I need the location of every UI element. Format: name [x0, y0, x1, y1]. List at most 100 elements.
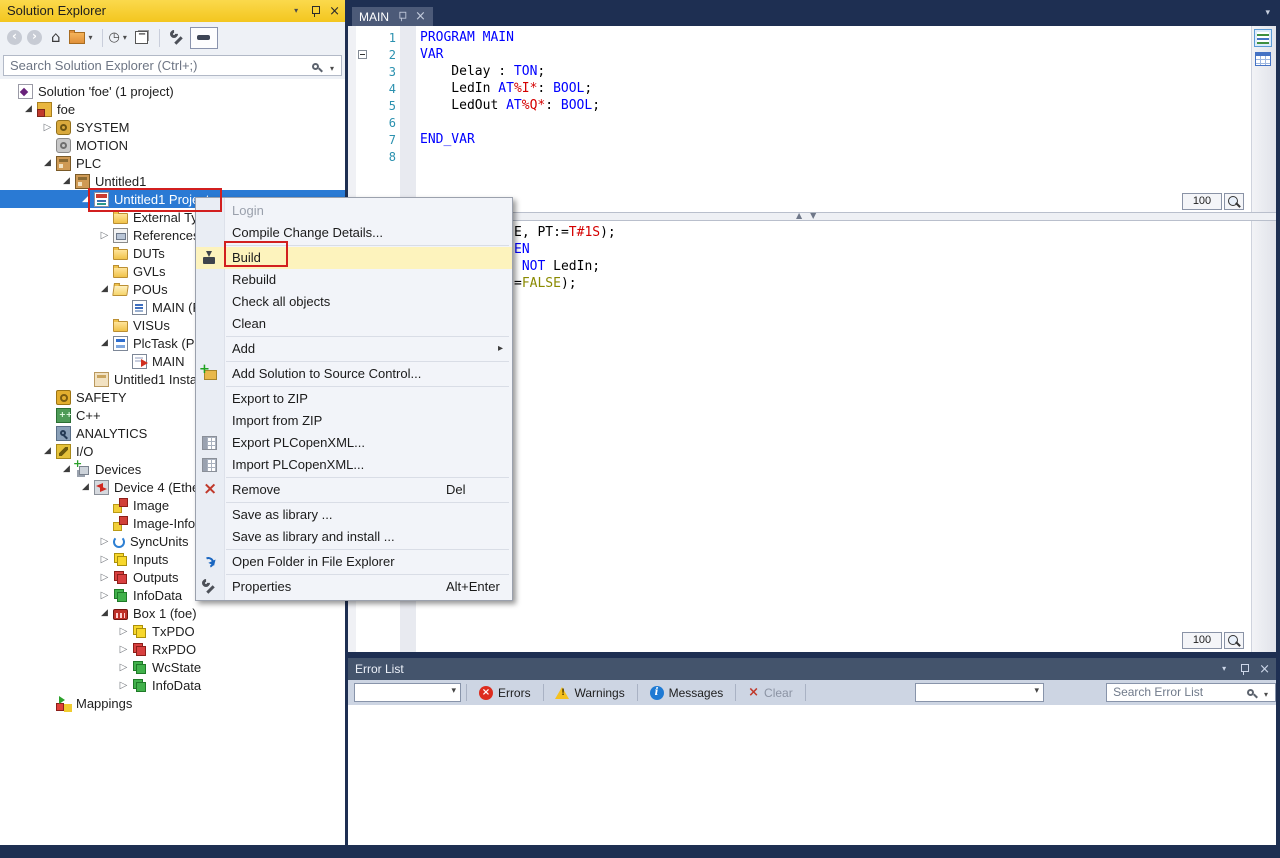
tree-item-motion[interactable]: MOTION [0, 136, 345, 154]
expanded-icon[interactable]: ◢ [96, 338, 113, 348]
menu-item-clean[interactable]: Clean [196, 313, 512, 335]
menu-item-add[interactable]: Add▸ [196, 338, 512, 360]
properties-icon[interactable] [169, 30, 185, 46]
home-icon[interactable]: ⌂ [51, 30, 61, 45]
menu-item-open-folder-in-file-explorer[interactable]: Open Folder in File Explorer [196, 551, 512, 573]
expanded-icon[interactable]: ◢ [96, 284, 113, 294]
menu-item-export-plcopenxml[interactable]: Export PLCopenXML... [196, 432, 512, 454]
editor-zoom-icon[interactable] [1224, 632, 1244, 649]
breakpoint-margin[interactable] [348, 26, 356, 212]
tree-item-plc[interactable]: ◢PLC [0, 154, 345, 172]
tree-item-mappings[interactable]: Mappings [0, 694, 345, 712]
tree-item-system[interactable]: ▷SYSTEM [0, 118, 345, 136]
pending-changes-filter-icon[interactable]: ◷ [109, 30, 120, 45]
menu-item-check-all-objects[interactable]: Check all objects [196, 291, 512, 313]
expanded-icon[interactable]: ◢ [39, 158, 56, 168]
menu-item-export-to-zip[interactable]: Export to ZIP [196, 388, 512, 410]
menu-item-rebuild[interactable]: Rebuild [196, 269, 512, 291]
window-position-icon[interactable]: ▾ [1222, 658, 1226, 680]
menu-item-remove[interactable]: RemoveDel [196, 479, 512, 501]
error-list-titlebar[interactable]: Error List ▾ × [348, 658, 1276, 680]
collapsed-icon[interactable]: ▷ [39, 122, 56, 133]
expanded-icon[interactable]: ◢ [77, 482, 94, 492]
code-line: E, PT:=T#1S); [514, 224, 616, 241]
warning-icon [555, 687, 569, 699]
tree-item-wcstate[interactable]: ▷WcState [0, 658, 345, 676]
tree-item-label: PlcTask (Plc [133, 336, 204, 351]
menu-item-save-as-library[interactable]: Save as library ... [196, 504, 512, 526]
collapsed-icon[interactable]: ▷ [115, 644, 132, 655]
menu-item-import-from-zip[interactable]: Import from ZIP [196, 410, 512, 432]
menu-separator [226, 386, 509, 387]
close-icon[interactable]: × [329, 5, 340, 18]
back-icon[interactable]: ‹ [7, 30, 22, 45]
collapsed-icon[interactable]: ▷ [96, 230, 113, 241]
menu-item-save-as-library-and-install[interactable]: Save as library and install ... [196, 526, 512, 548]
warnings-filter-button[interactable]: Warnings [548, 683, 631, 702]
collapsed-icon[interactable]: ▷ [115, 662, 132, 673]
tab-pin-icon[interactable] [398, 11, 407, 22]
close-icon[interactable]: × [1259, 663, 1270, 676]
scope-combo[interactable] [354, 683, 461, 702]
editor-scrollbar[interactable] [1251, 26, 1276, 212]
search-options-icon[interactable]: ▾ [330, 59, 334, 78]
tree-item-box-1-foe[interactable]: ◢Box 1 (foe) [0, 604, 345, 622]
fold-collapse-icon[interactable] [358, 50, 367, 59]
filter-combo[interactable] [915, 683, 1044, 702]
collapsed-icon[interactable]: ▷ [96, 536, 113, 547]
switch-views-icon[interactable] [69, 32, 85, 44]
menu-item-import-plcopenxml[interactable]: Import PLCopenXML... [196, 454, 512, 476]
collapsed-icon[interactable]: ▷ [96, 590, 113, 601]
table-view-icon[interactable] [1255, 52, 1271, 66]
collapsed-icon[interactable]: ▷ [115, 680, 132, 691]
editor-zoom-level[interactable]: 100 [1182, 193, 1222, 210]
expanded-icon[interactable]: ◢ [58, 176, 75, 186]
tree-item-rxpdo[interactable]: ▷RxPDO [0, 640, 345, 658]
pin-icon[interactable] [1239, 663, 1249, 676]
switch-views-dropdown-icon[interactable]: ▾ [89, 33, 93, 42]
tab-close-icon[interactable]: × [415, 10, 426, 23]
collapse-all-icon[interactable] [135, 31, 148, 44]
menu-item-add-solution-to-source-control[interactable]: Add Solution to Source Control... [196, 363, 512, 385]
filter-dropdown-icon[interactable]: ▾ [123, 33, 127, 42]
errors-filter-button[interactable]: × Errors [472, 683, 538, 702]
clear-button[interactable]: × Clear [741, 683, 800, 702]
collapsed-icon[interactable]: ▷ [96, 572, 113, 583]
expanded-icon[interactable]: ◢ [39, 446, 56, 456]
declaration-editor[interactable]: 1PROGRAM MAIN2VAR3 Delay : TON;4 LedIn A… [348, 26, 1276, 212]
tab-list-chevron-icon[interactable]: ▾ [1265, 8, 1270, 18]
window-position-icon[interactable]: ▾ [294, 0, 298, 22]
expanded-icon[interactable]: ◢ [96, 608, 113, 618]
splitter-down-icon[interactable]: ▼ [810, 211, 816, 220]
tree-item-solution-foe-1-project[interactable]: Solution 'foe' (1 project) [0, 82, 345, 100]
safety-icon [56, 390, 71, 405]
collapsed-icon[interactable]: ▷ [96, 554, 113, 565]
editor-zoom-level[interactable]: 100 [1182, 632, 1222, 649]
messages-filter-button[interactable]: i Messages [643, 683, 731, 702]
tree-item-infodata[interactable]: ▷InfoData [0, 676, 345, 694]
editor-zoom-icon[interactable] [1224, 193, 1244, 210]
search-icon[interactable] [1246, 688, 1259, 701]
tab-main[interactable]: MAIN × [352, 7, 433, 26]
menu-item-login[interactable]: Login [196, 200, 512, 222]
collapsed-icon[interactable]: ▷ [115, 626, 132, 637]
tree-item-txpdo[interactable]: ▷TxPDO [0, 622, 345, 640]
pin-icon[interactable] [310, 5, 320, 18]
preview-selected-items-toggle[interactable] [190, 27, 218, 49]
forward-icon[interactable]: › [27, 30, 42, 45]
text-view-icon[interactable] [1254, 29, 1272, 47]
error-list-content[interactable] [348, 705, 1276, 845]
solution-explorer-titlebar[interactable]: Solution Explorer ▾ × [0, 0, 345, 22]
search-input[interactable]: Search Solution Explorer (Ctrl+;) ▾ [3, 55, 342, 76]
splitter-up-icon[interactable]: ▲ [796, 211, 802, 220]
tree-item-foe[interactable]: ◢foe [0, 100, 345, 118]
search-options-icon[interactable]: ▾ [1264, 686, 1268, 703]
expanded-icon[interactable]: ◢ [20, 104, 37, 114]
editor-scrollbar[interactable] [1251, 221, 1276, 652]
search-icon[interactable] [311, 62, 324, 75]
menu-item-properties[interactable]: PropertiesAlt+Enter [196, 576, 512, 598]
search-row: Search Solution Explorer (Ctrl+;) ▾ [0, 53, 345, 79]
inputs-icon [132, 624, 147, 639]
error-list-search-input[interactable]: Search Error List ▾ [1106, 683, 1276, 702]
code-line: 3 Delay : TON; [356, 63, 1251, 80]
